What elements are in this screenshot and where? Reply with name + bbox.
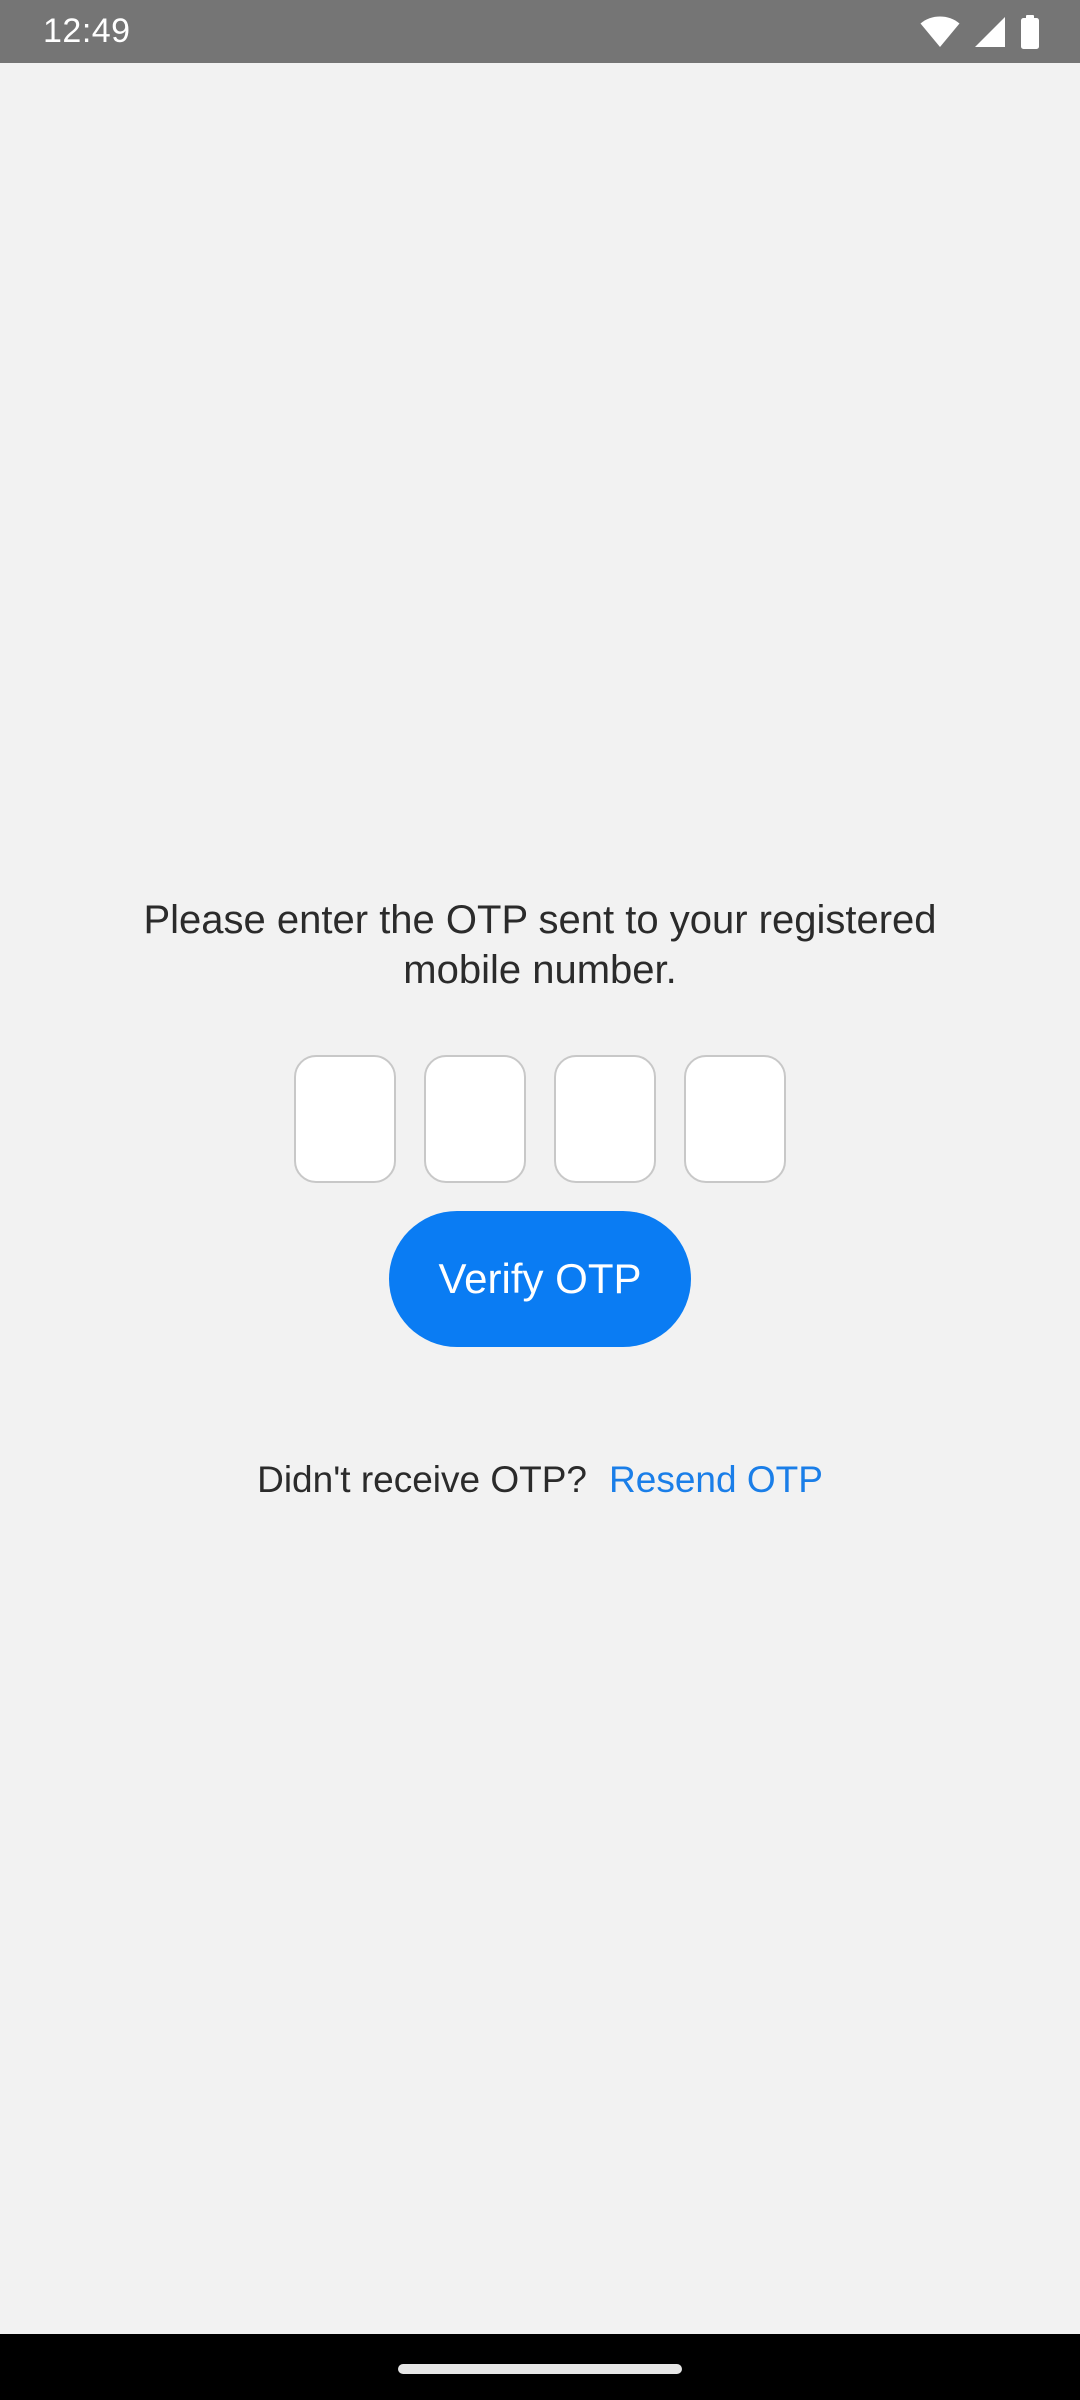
otp-digit-2[interactable]	[424, 1055, 526, 1183]
wifi-icon	[920, 16, 960, 48]
home-gesture-handle[interactable]	[398, 2364, 682, 2374]
otp-input-group	[0, 1055, 1080, 1183]
otp-instruction-line-1: Please enter the OTP sent to your regist…	[143, 898, 937, 942]
resend-prompt: Didn't receive OTP?	[257, 1459, 588, 1500]
status-icons	[920, 0, 1040, 63]
otp-instruction: Please enter the OTP sent to your regist…	[0, 895, 1080, 995]
otp-instruction-line-2: mobile number.	[403, 948, 677, 992]
status-time: 12:49	[43, 12, 131, 50]
resend-row: Didn't receive OTP? Resend OTP	[0, 1455, 1080, 1505]
verify-otp-button[interactable]: Verify OTP	[389, 1211, 691, 1347]
otp-digit-4[interactable]	[684, 1055, 786, 1183]
otp-digit-1[interactable]	[294, 1055, 396, 1183]
resend-otp-link[interactable]: Resend OTP	[609, 1459, 823, 1500]
status-bar: 12:49	[0, 0, 1080, 63]
otp-digit-3[interactable]	[554, 1055, 656, 1183]
battery-icon	[1020, 14, 1040, 49]
navigation-bar	[0, 2334, 1080, 2400]
cellular-signal-icon	[974, 16, 1006, 48]
